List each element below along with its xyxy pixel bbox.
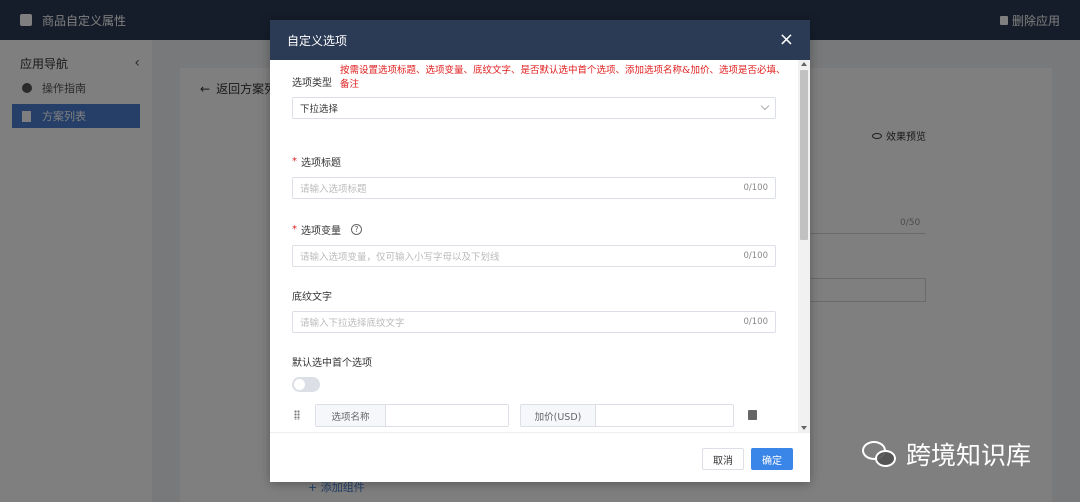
option-title-label: * 选项标题: [292, 154, 341, 169]
option-title-label-text: 选项标题: [301, 158, 341, 169]
option-variable-placeholder: 请输入选项变量，仅可输入小写字母以及下划线: [300, 252, 500, 263]
cancel-button[interactable]: 取消: [702, 448, 744, 470]
wechat-icon: [862, 439, 898, 469]
toggle-knob: [294, 379, 305, 390]
close-icon[interactable]: ×: [779, 31, 794, 49]
option-variable-label-text: 选项变量: [301, 226, 341, 237]
price-prefix: 加价(USD): [521, 405, 596, 426]
default-first-label: 默认选中首个选项: [292, 354, 372, 369]
default-first-label-text: 默认选中首个选项: [292, 358, 372, 369]
dialog-footer: 取消 确定: [270, 432, 810, 482]
option-variable-label: * 选项变量 ?: [292, 222, 362, 237]
shading-text-label-text: 底纹文字: [292, 292, 332, 303]
shading-text-placeholder: 请输入下拉选择底纹文字: [300, 318, 405, 329]
option-type-value: 下拉选择: [300, 104, 339, 115]
option-type-label: 选项类型: [292, 74, 332, 89]
watermark-text: 跨境知识库: [906, 441, 1032, 470]
chevron-down-icon: [760, 101, 770, 111]
shading-text-counter: 0/100: [743, 317, 769, 327]
option-type-label-text: 选项类型: [292, 78, 332, 89]
custom-option-dialog: 自定义选项 × 选项类型 按需设置选项标题、选项变量、底纹文字、是否默认选中首个…: [270, 20, 810, 482]
scroll-down-icon[interactable]: [801, 426, 807, 430]
option-variable-input[interactable]: 请输入选项变量，仅可输入小写字母以及下划线 0/100: [292, 245, 776, 267]
default-first-toggle[interactable]: [292, 377, 320, 392]
price-group: 加价(USD): [520, 404, 734, 427]
option-title-counter: 0/100: [743, 183, 769, 193]
option-name-input[interactable]: [386, 405, 508, 426]
option-variable-counter: 0/100: [743, 251, 769, 261]
option-name-prefix: 选项名称: [316, 405, 386, 426]
dialog-body: 选项类型 按需设置选项标题、选项变量、底纹文字、是否默认选中首个选项、添加选项名…: [270, 60, 810, 432]
annotation-note: 按需设置选项标题、选项变量、底纹文字、是否默认选中首个选项、添加选项名称&加价、…: [340, 65, 786, 90]
confirm-button[interactable]: 确定: [751, 448, 793, 470]
help-icon[interactable]: ?: [351, 224, 362, 235]
drag-handle-icon[interactable]: [294, 410, 300, 420]
shading-text-label: 底纹文字: [292, 288, 332, 303]
shading-text-input[interactable]: 请输入下拉选择底纹文字 0/100: [292, 311, 776, 333]
trash-icon[interactable]: [748, 410, 757, 420]
option-title-placeholder: 请输入选项标题: [300, 184, 367, 195]
option-name-group: 选项名称: [315, 404, 509, 427]
option-title-input[interactable]: 请输入选项标题 0/100: [292, 177, 776, 199]
scroll-up-icon[interactable]: [801, 62, 807, 66]
option-type-select[interactable]: 下拉选择: [292, 97, 776, 119]
required-mark: *: [292, 156, 297, 167]
option-row: 选项名称 加价(USD): [292, 404, 772, 427]
scrollbar[interactable]: [798, 60, 810, 432]
dialog-header: 自定义选项 ×: [270, 20, 810, 60]
price-input[interactable]: [596, 405, 733, 426]
dialog-title: 自定义选项: [287, 33, 348, 48]
scrollbar-thumb[interactable]: [800, 70, 808, 240]
required-mark: *: [292, 224, 297, 235]
watermark: 跨境知识库: [862, 436, 1031, 472]
